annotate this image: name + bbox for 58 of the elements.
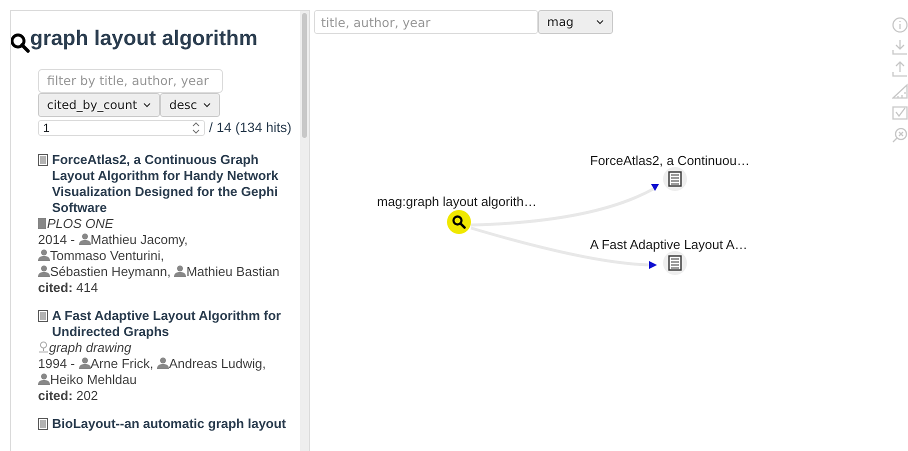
book-icon: [38, 218, 47, 229]
author-link[interactable]: Sébastien Heymann,: [38, 264, 171, 279]
cited-count: 414: [76, 280, 98, 295]
person-icon: [38, 264, 50, 277]
page-input[interactable]: 1: [38, 120, 205, 136]
page-info: / 14 (134 hits): [209, 118, 292, 137]
caret-icon: [596, 19, 604, 25]
cited-label: cited:: [38, 388, 73, 403]
download-icon[interactable]: [892, 39, 908, 55]
search-icon: [452, 215, 466, 229]
node-label: A Fast Adaptive Layout A…: [590, 236, 748, 254]
person-icon: [78, 232, 90, 245]
paper-node[interactable]: [663, 167, 687, 191]
document-icon: [668, 171, 682, 187]
document-icon: [38, 154, 48, 166]
spinner-icon[interactable]: [192, 120, 200, 135]
result-title[interactable]: ForceAtlas2, a Continuous Graph Layout Algorithm for Handy Network Visualization Designed for the Gephi Software: [52, 152, 300, 216]
caret-icon: [203, 102, 212, 108]
sort-field-select[interactable]: cited_by_count: [38, 92, 160, 116]
source-select[interactable]: mag: [538, 10, 613, 34]
search-icon: [11, 32, 30, 54]
query-node[interactable]: [447, 210, 471, 234]
author-link[interactable]: Mathieu Bastian: [174, 264, 280, 279]
document-icon: [668, 255, 682, 271]
author-link[interactable]: Arne Frick,: [78, 356, 154, 371]
year: 2014 -: [38, 232, 75, 247]
caret-icon: [143, 102, 152, 108]
pin-icon: [38, 340, 49, 353]
node-label: ForceAtlas2, a Continuou…: [590, 152, 750, 170]
venue: graph drawing: [49, 340, 132, 355]
filter-input[interactable]: filter by title, author, year: [38, 68, 223, 92]
sort-order-select[interactable]: desc: [160, 92, 220, 116]
cited-count: 202: [76, 388, 98, 403]
person-icon: [38, 372, 50, 385]
upload-icon[interactable]: [892, 61, 908, 77]
ruler-icon[interactable]: [892, 83, 908, 99]
check-icon[interactable]: [892, 105, 908, 121]
info-icon[interactable]: [892, 17, 908, 33]
author-link[interactable]: Andreas Ludwig,: [156, 356, 266, 371]
person-icon: [156, 356, 169, 369]
result-title[interactable]: A Fast Adaptive Layout Algorithm for Undirected Graphs: [52, 308, 300, 340]
graph-search-input[interactable]: title, author, year: [314, 10, 538, 34]
cited-label: cited:: [38, 280, 73, 295]
person-icon: [174, 264, 186, 277]
paper-node[interactable]: [663, 251, 687, 275]
venue: PLOS ONE: [47, 216, 114, 231]
author-link[interactable]: Tommaso Venturini,: [38, 248, 164, 263]
node-label: mag:graph layout algorith…: [377, 193, 537, 211]
search-query: graph layout algorithm: [30, 26, 258, 52]
author-link[interactable]: Mathieu Jacomy,: [78, 232, 188, 247]
author-link[interactable]: Heiko Mehldau: [38, 372, 137, 387]
year: 1994 -: [38, 356, 75, 371]
document-icon: [38, 418, 48, 430]
person-icon: [78, 356, 90, 369]
document-icon: [38, 310, 48, 322]
result-title[interactable]: BioLayout--an automatic graph layout: [52, 416, 286, 432]
person-icon: [38, 248, 50, 261]
zoom-reset-icon[interactable]: [892, 127, 908, 143]
